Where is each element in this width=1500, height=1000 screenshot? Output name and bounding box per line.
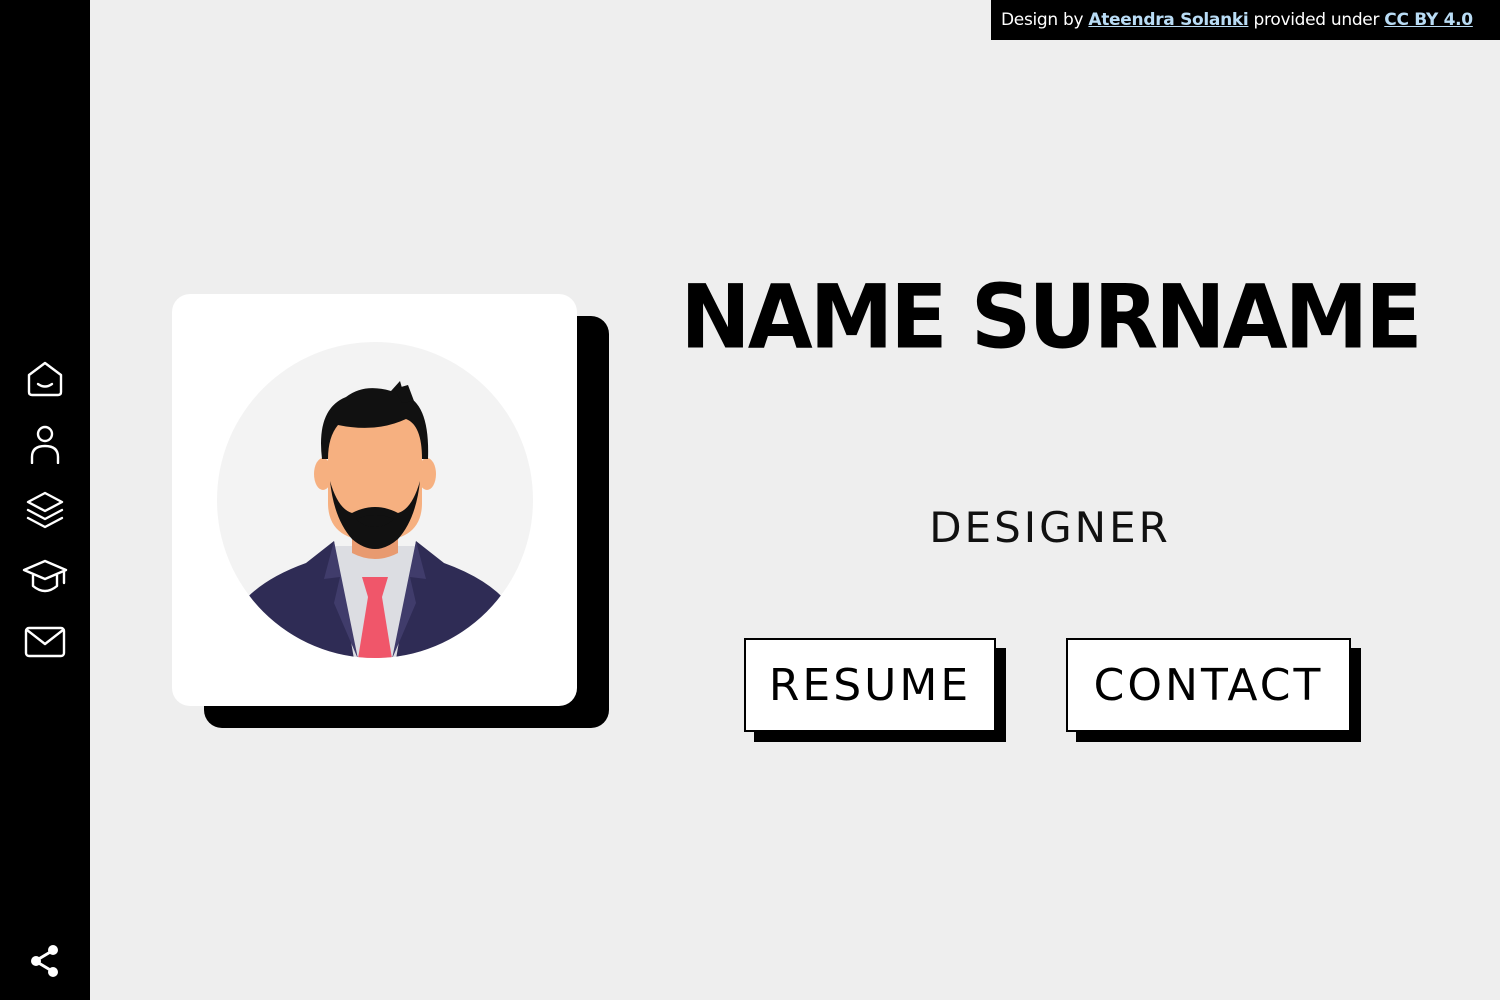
resume-button-wrapper: RESUME bbox=[744, 638, 1006, 742]
share-icon bbox=[31, 945, 58, 977]
nav-home[interactable] bbox=[0, 345, 90, 411]
profile-card bbox=[172, 294, 577, 706]
sidebar-nav bbox=[0, 345, 90, 675]
share-button[interactable] bbox=[0, 938, 90, 984]
attribution-banner: Design by Ateendra Solanki provided unde… bbox=[991, 0, 1500, 40]
sidebar bbox=[0, 0, 90, 1000]
user-icon bbox=[30, 425, 60, 464]
nav-education[interactable] bbox=[0, 543, 90, 609]
nav-contact[interactable] bbox=[0, 609, 90, 675]
contact-button-wrapper: CONTACT bbox=[1066, 638, 1361, 742]
attribution-prefix: Design by bbox=[1001, 10, 1084, 30]
avatar bbox=[217, 342, 533, 658]
home-icon bbox=[27, 361, 63, 397]
nav-about[interactable] bbox=[0, 411, 90, 477]
nav-projects[interactable] bbox=[0, 477, 90, 543]
graduation-cap-icon bbox=[22, 559, 68, 593]
profile-role: DESIGNER bbox=[929, 503, 1171, 552]
profile-name: NAME SURNAME bbox=[680, 265, 1422, 369]
author-link[interactable]: Ateendra Solanki bbox=[1088, 10, 1248, 30]
license-link[interactable]: CC BY 4.0 bbox=[1384, 10, 1473, 30]
mail-icon bbox=[24, 626, 66, 658]
resume-button[interactable]: RESUME bbox=[744, 638, 996, 732]
contact-button[interactable]: CONTACT bbox=[1066, 638, 1351, 732]
attribution-middle: provided under bbox=[1253, 10, 1380, 30]
layers-icon bbox=[26, 491, 64, 529]
